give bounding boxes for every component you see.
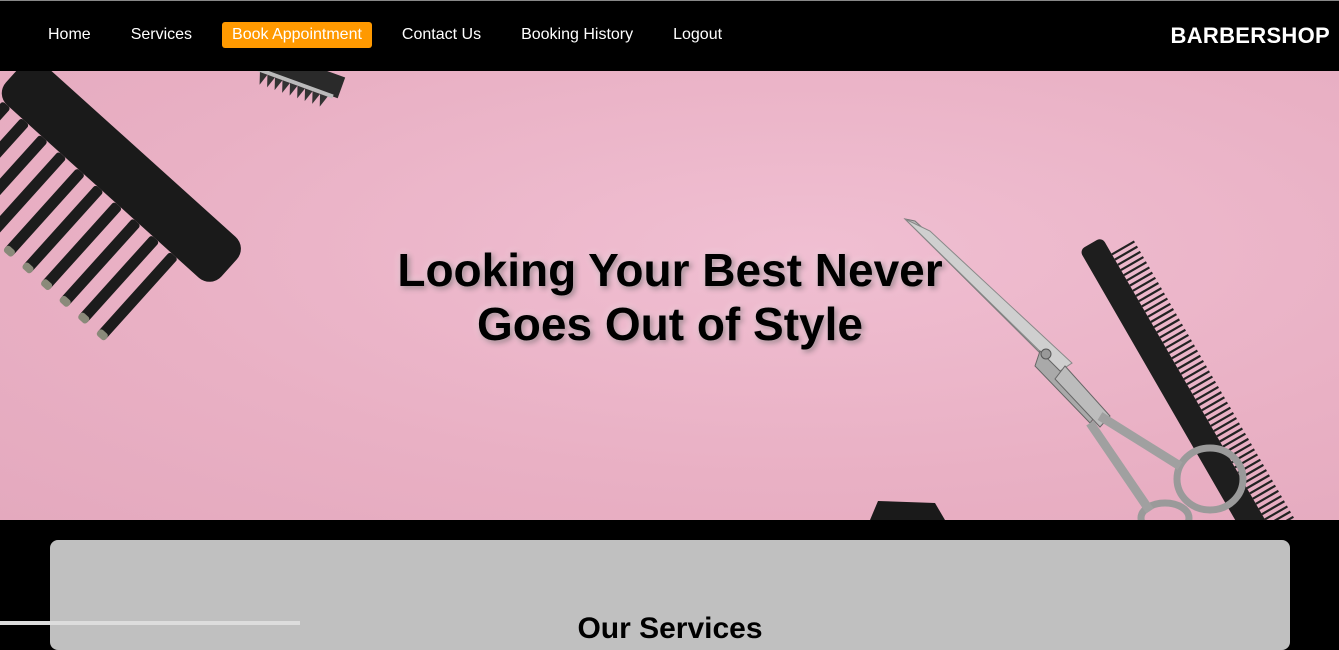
fine-comb-icon	[1081, 239, 1294, 520]
top-navbar: Home Services Book Appointment Contact U…	[0, 0, 1339, 71]
nav-home-link[interactable]: Home	[38, 22, 101, 48]
nav-links: Home Services Book Appointment Contact U…	[38, 22, 752, 48]
clipper-blade-icon	[253, 71, 346, 107]
services-title: Our Services	[577, 612, 763, 645]
wide-comb-icon	[0, 71, 241, 341]
nav-booking-history-link[interactable]: Booking History	[511, 22, 643, 48]
hero-banner: Looking Your Best Never Goes Out of Styl…	[0, 71, 1339, 520]
hero-title-line2: Goes Out of Style	[477, 298, 863, 350]
hero-title-line1: Looking Your Best Never	[397, 244, 943, 296]
horizontal-scrollbar[interactable]	[0, 621, 300, 625]
hero-title: Looking Your Best Never Goes Out of Styl…	[320, 243, 1020, 351]
nav-logout-link[interactable]: Logout	[663, 22, 732, 48]
brand-logo-text[interactable]: BARBERSHOP	[1171, 23, 1330, 49]
nav-book-appointment-link[interactable]: Book Appointment	[222, 22, 372, 48]
nav-services-link[interactable]: Services	[121, 22, 202, 48]
nav-contact-us-link[interactable]: Contact Us	[392, 22, 491, 48]
services-section: Our Services	[50, 540, 1290, 650]
razor-case-icon	[870, 501, 945, 520]
